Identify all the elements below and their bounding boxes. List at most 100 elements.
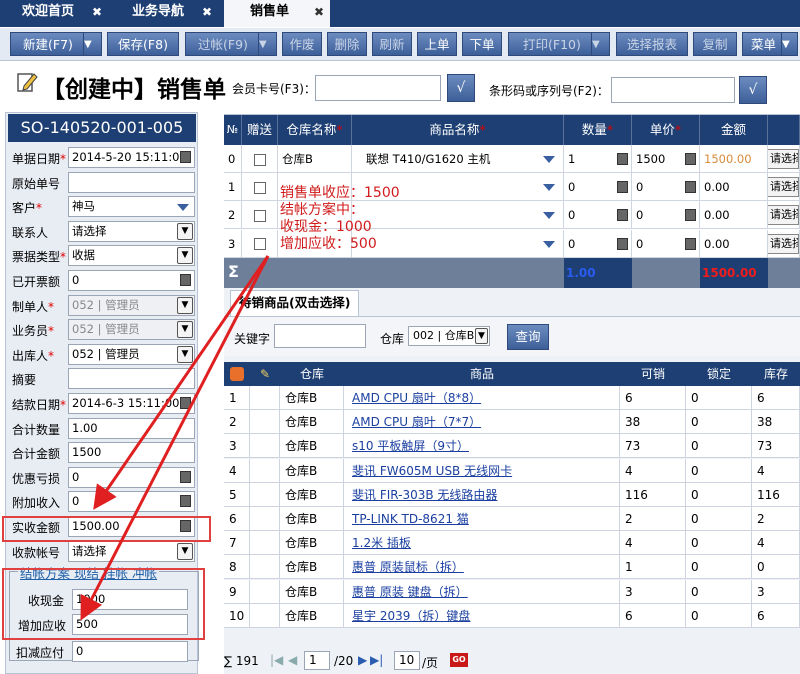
qty-cell[interactable]: 0: [564, 201, 632, 230]
member-card-input[interactable]: [315, 75, 441, 101]
tab-sales-order[interactable]: 销售单 ✖: [224, 0, 330, 27]
warehouse-filter-select[interactable]: 002 | 仓库B ▼: [408, 326, 490, 346]
calculator-icon[interactable]: [617, 181, 628, 194]
qty-cell[interactable]: 0: [564, 229, 632, 258]
chevron-down-icon[interactable]: ▼: [177, 321, 193, 339]
price-cell[interactable]: 0: [632, 229, 700, 258]
calculator-icon[interactable]: [617, 237, 628, 250]
tab-welcome[interactable]: 欢迎首页 ✖: [0, 0, 108, 27]
gift-checkbox[interactable]: [254, 209, 266, 222]
next-page-icon[interactable]: ▶: [358, 653, 367, 667]
page-size-input[interactable]: 10: [394, 651, 420, 670]
doc-date-input[interactable]: 2014-5-20 15:11:00: [68, 147, 195, 168]
chevron-down-icon[interactable]: ▼: [83, 33, 101, 55]
discount-loss-input[interactable]: 0: [68, 466, 195, 488]
row-select-button[interactable]: 请选择: [768, 233, 799, 254]
outbound-person-input[interactable]: 052 | 管理员 ▼: [68, 343, 195, 365]
close-icon[interactable]: ✖: [202, 0, 212, 24]
chevron-down-icon[interactable]: ▼: [177, 296, 193, 314]
receive-account-input[interactable]: 请选择 ▼: [68, 540, 195, 562]
product-link[interactable]: 惠普 原装鼠标（拆）: [344, 555, 620, 580]
chevron-down-icon[interactable]: ▼: [258, 33, 276, 55]
chevron-down-icon[interactable]: ▼: [177, 542, 193, 560]
keyword-input[interactable]: [274, 324, 366, 348]
product-link[interactable]: 星宇 2039（拆）键盘: [344, 603, 620, 628]
price-cell[interactable]: 0: [632, 201, 700, 230]
chevron-down-icon[interactable]: [543, 184, 555, 192]
product-link[interactable]: 斐讯 FW605M USB 无线网卡: [344, 458, 620, 483]
product-cell[interactable]: 联想 T410/G1620 主机: [352, 145, 564, 173]
save-button[interactable]: 保存(F8): [107, 32, 179, 56]
prev-order-button[interactable]: 上单: [417, 32, 457, 56]
salesperson-input[interactable]: 052 | 管理员 ▼: [68, 319, 195, 341]
copy-button[interactable]: 复制: [693, 32, 737, 56]
product-link[interactable]: AMD CPU 扇叶（8*8）: [344, 386, 620, 410]
extra-income-input[interactable]: 0: [68, 491, 195, 513]
next-order-button[interactable]: 下单: [462, 32, 502, 56]
row-select-button[interactable]: 请选择: [768, 177, 799, 198]
menu-button[interactable]: 菜单 ▼: [742, 32, 798, 56]
calendar-icon[interactable]: [180, 151, 191, 163]
contact-input[interactable]: 请选择 ▼: [68, 220, 195, 242]
calculator-icon[interactable]: [617, 153, 628, 165]
product-link[interactable]: 1.2米 插板: [344, 531, 620, 556]
qty-cell[interactable]: 1: [564, 145, 632, 173]
product-link[interactable]: AMD CPU 扇叶（7*7）: [344, 410, 620, 435]
chevron-down-icon[interactable]: [543, 212, 555, 220]
post-button[interactable]: 过帐(F9) ▼: [185, 32, 277, 56]
calculator-icon[interactable]: [180, 470, 191, 483]
select-report-button[interactable]: 选择报表: [616, 32, 688, 56]
barcode-confirm-button[interactable]: √: [739, 76, 767, 104]
calculator-icon[interactable]: [685, 153, 696, 165]
calculator-icon[interactable]: [685, 181, 696, 194]
qty-cell[interactable]: 0: [564, 173, 632, 202]
price-cell[interactable]: 0: [632, 173, 700, 202]
delete-button[interactable]: 删除: [327, 32, 367, 56]
discard-button[interactable]: 作废: [282, 32, 322, 56]
product-link[interactable]: TP-LINK TD-8621 猫: [344, 507, 620, 531]
last-page-icon[interactable]: ▶|: [370, 653, 383, 667]
chevron-down-icon[interactable]: [543, 156, 555, 163]
calculator-icon[interactable]: [685, 237, 696, 250]
gift-checkbox[interactable]: [254, 153, 266, 166]
deduct-payable-input[interactable]: 0: [72, 641, 188, 662]
chevron-down-icon[interactable]: ▼: [177, 345, 193, 363]
tab-pending-products[interactable]: 待销商品(双击选择): [230, 290, 360, 316]
chevron-down-icon[interactable]: ▼: [781, 33, 797, 55]
refresh-button[interactable]: 刷新: [372, 32, 412, 56]
product-link[interactable]: 斐讯 FIR-303B 无线路由器: [344, 482, 620, 507]
customer-input[interactable]: 神马: [68, 196, 195, 218]
warehouse-cell[interactable]: 仓库B: [278, 145, 352, 173]
close-icon[interactable]: ✖: [314, 0, 324, 24]
prev-page-icon[interactable]: ◀: [288, 653, 297, 667]
creator-input[interactable]: 052 | 管理员 ▼: [68, 294, 195, 316]
total-qty-input[interactable]: 1.00: [68, 417, 195, 439]
refresh-icon[interactable]: [224, 362, 250, 386]
chevron-down-icon[interactable]: ▼: [177, 247, 193, 265]
print-button[interactable]: 打印(F10) ▼: [508, 32, 610, 56]
original-no-input[interactable]: [68, 171, 195, 193]
tab-business-nav[interactable]: 业务导航 ✖: [110, 0, 218, 27]
summary-input[interactable]: [68, 368, 195, 390]
row-select-button[interactable]: 请选择: [768, 149, 799, 169]
price-cell[interactable]: 1500: [632, 145, 700, 173]
page-input[interactable]: 1: [304, 651, 330, 670]
calculator-icon[interactable]: [180, 495, 191, 508]
calculator-icon[interactable]: [685, 209, 696, 222]
new-button[interactable]: 新建(F7) ▼: [10, 32, 102, 56]
product-cell[interactable]: [352, 201, 564, 230]
gift-checkbox[interactable]: [254, 181, 266, 194]
calendar-icon[interactable]: [180, 397, 191, 409]
invoiced-amount-input[interactable]: 0: [68, 270, 195, 291]
calculator-icon[interactable]: [180, 274, 191, 286]
barcode-input[interactable]: [611, 77, 735, 103]
row-select-button[interactable]: 请选择: [768, 205, 799, 226]
total-amount-input[interactable]: 1500: [68, 442, 195, 464]
chevron-down-icon[interactable]: ▼: [177, 222, 193, 240]
gift-checkbox[interactable]: [254, 238, 266, 251]
query-button[interactable]: 查询: [507, 324, 549, 350]
chevron-down-icon[interactable]: ▼: [591, 33, 609, 55]
settle-date-input[interactable]: 2014-6-3 15:11:00: [68, 393, 195, 414]
product-link[interactable]: s10 平板触屏（9寸）: [344, 434, 620, 459]
chevron-down-icon[interactable]: ▼: [475, 328, 488, 344]
